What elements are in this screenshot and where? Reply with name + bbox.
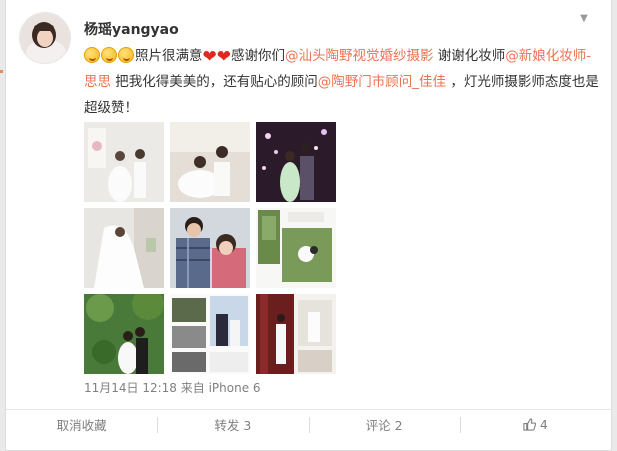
smile-emoji-icon bbox=[84, 47, 100, 63]
photo-thumbnail[interactable] bbox=[84, 208, 164, 288]
mention-link[interactable]: @陶野门市顾问_佳佳 bbox=[318, 74, 446, 90]
post-action-bar: 取消收藏 转发 3 评论 2 4 bbox=[6, 409, 611, 439]
smile-emoji-icon bbox=[101, 47, 117, 63]
comment-button[interactable]: 评论 2 bbox=[308, 410, 460, 439]
photo-image bbox=[256, 208, 336, 288]
mention-link[interactable]: @汕头陶野视觉婚纱摄影 bbox=[285, 48, 434, 64]
photo-image bbox=[84, 294, 164, 374]
favorite-button[interactable]: 取消收藏 bbox=[6, 410, 157, 439]
post-text-segment: 照片很满意 bbox=[135, 48, 203, 64]
post-text-segment: 谢谢化妆师 bbox=[433, 48, 506, 64]
photo-thumbnail[interactable] bbox=[256, 294, 336, 374]
post-body-text: 照片很满意❤❤感谢你们@汕头陶野视觉婚纱摄影 谢谢化妆师@新娘化妆师-思思 把我… bbox=[84, 43, 604, 121]
favorite-label: 取消收藏 bbox=[56, 418, 107, 433]
heart-emoji-icon: ❤ bbox=[202, 47, 217, 67]
photo-thumbnail[interactable] bbox=[170, 122, 250, 202]
photo-thumbnail[interactable] bbox=[256, 208, 336, 288]
photo-image bbox=[256, 294, 336, 374]
photo-image bbox=[170, 208, 250, 288]
photo-image bbox=[84, 208, 164, 288]
post-text-segment: 感谢你们 bbox=[231, 48, 285, 64]
comment-label: 评论 2 bbox=[365, 418, 403, 433]
photo-image bbox=[170, 294, 250, 374]
photo-thumbnail[interactable] bbox=[256, 122, 336, 202]
photo-thumbnail[interactable] bbox=[84, 294, 164, 374]
photo-thumbnail[interactable] bbox=[170, 208, 250, 288]
avatar[interactable] bbox=[19, 12, 71, 64]
heart-emoji-icon: ❤ bbox=[216, 47, 231, 67]
thumbs-up-icon bbox=[523, 418, 536, 431]
post-timestamp-source[interactable]: 11月14日 12:18 来自 iPhone 6 bbox=[84, 379, 261, 396]
post-menu-chevron-icon[interactable]: ▼ bbox=[577, 12, 591, 26]
photo-image bbox=[84, 122, 164, 202]
repost-label: 转发 3 bbox=[214, 418, 252, 433]
like-count: 4 bbox=[539, 417, 548, 432]
post-author-name[interactable]: 杨瑶yangyao bbox=[84, 19, 179, 39]
photo-thumbnail[interactable] bbox=[170, 294, 250, 374]
weibo-post-card: 杨瑶yangyao ▼ 照片很满意❤❤感谢你们@汕头陶野视觉婚纱摄影 谢谢化妆师… bbox=[5, 0, 612, 451]
like-button[interactable]: 4 bbox=[459, 410, 611, 439]
smile-emoji-icon bbox=[118, 47, 134, 63]
avatar-image bbox=[20, 13, 70, 63]
photo-image bbox=[256, 122, 336, 202]
repost-button[interactable]: 转发 3 bbox=[157, 410, 308, 439]
photo-image bbox=[170, 122, 250, 202]
page-edge-mark bbox=[0, 70, 3, 73]
post-text-segment: 把我化得美美的，还有贴心的顾问 bbox=[111, 74, 318, 90]
photo-thumbnail[interactable] bbox=[84, 122, 164, 202]
